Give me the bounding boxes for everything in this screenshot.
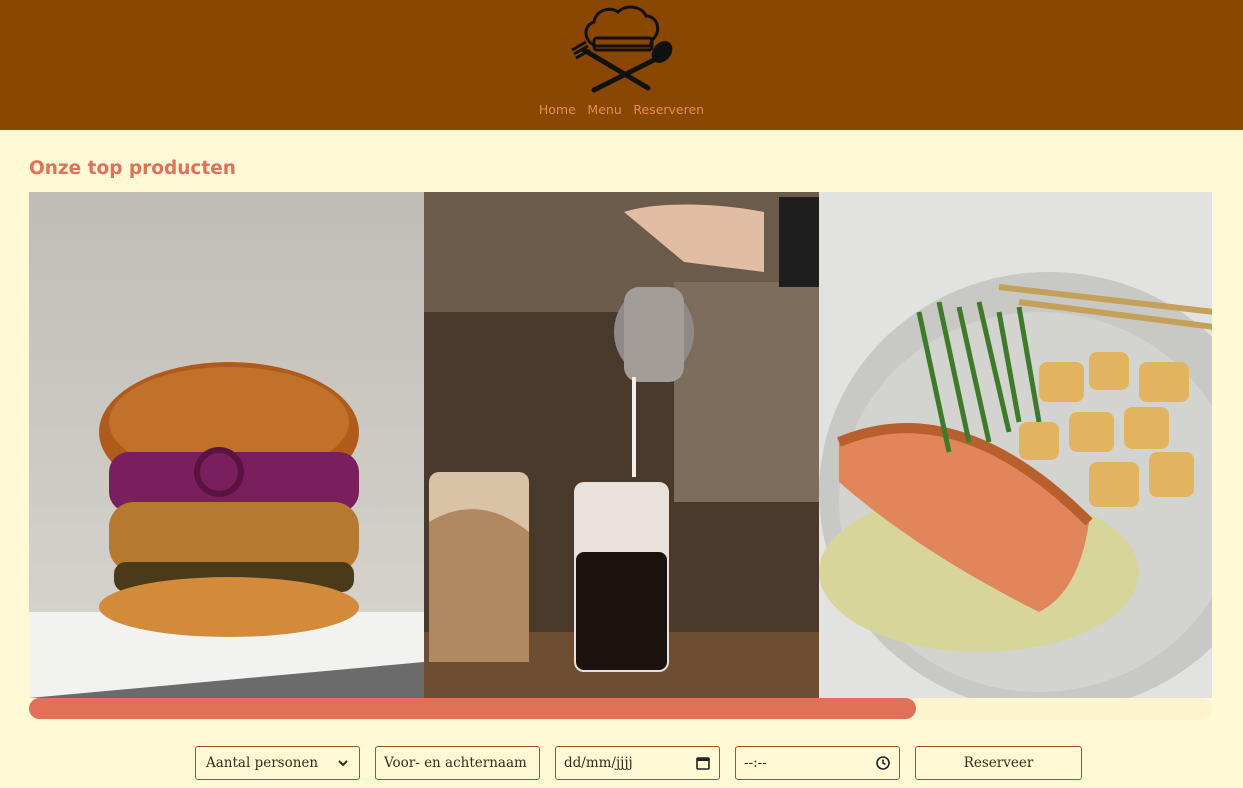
time-input-placeholder: --:-- (744, 755, 767, 771)
chevron-down-icon (335, 755, 351, 771)
date-input-placeholder: dd/mm/jjjj (564, 755, 633, 771)
nav-menu-link[interactable]: Menu (587, 102, 621, 117)
name-input-placeholder: Voor- en achternaam (384, 755, 527, 771)
section-title: Onze top producten (29, 158, 236, 179)
calendar-icon[interactable] (695, 755, 711, 771)
persons-select-label: Aantal personen (206, 755, 319, 771)
name-input[interactable]: Voor- en achternaam (375, 746, 540, 780)
reserveer-button-label: Reserveer (963, 755, 1034, 771)
gallery-scrollbar[interactable] (29, 698, 1212, 720)
chef-logo-icon[interactable] (566, 2, 676, 94)
site-header: Home Menu Reserveren (0, 0, 1243, 130)
date-input[interactable]: dd/mm/jjjj (555, 746, 720, 780)
nav-reserveren-link[interactable]: Reserveren (633, 102, 704, 117)
main-nav: Home Menu Reserveren (0, 102, 1243, 117)
salmon-photo (819, 192, 1212, 698)
reserveer-button[interactable]: Reserveer (915, 746, 1082, 780)
nav-home-link[interactable]: Home (539, 102, 576, 117)
product-gallery[interactable] (29, 192, 1212, 698)
reservation-form: Aantal personen Voor- en achternaam dd/m… (0, 746, 1243, 784)
gallery-scroll-thumb[interactable] (29, 698, 917, 719)
persons-select[interactable]: Aantal personen (195, 746, 360, 780)
clock-icon[interactable] (875, 755, 891, 771)
iced-coffee-photo (424, 192, 819, 698)
time-input[interactable]: --:-- (735, 746, 900, 780)
burger-photo (29, 192, 424, 698)
